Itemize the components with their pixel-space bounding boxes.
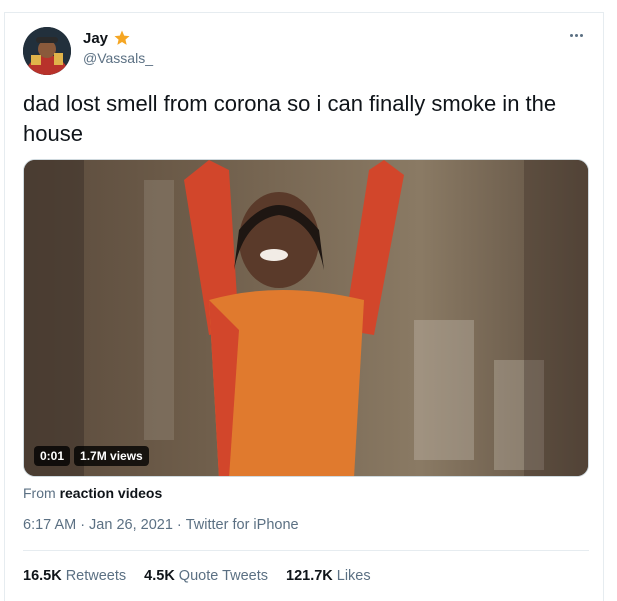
video-player[interactable]: 0:01 1.7M views [23,159,589,477]
tweet-text: dad lost smell from corona so i can fina… [23,91,557,146]
video-stats-pill: 0:01 1.7M views [34,446,149,466]
author-name-row: Jay [83,29,131,47]
meta-separator: · [80,517,86,533]
star-icon [114,30,130,45]
media-source-prefix: From [23,485,56,501]
likes-stat[interactable]: 121.7K Likes [286,568,371,584]
meta-separator: · [176,517,182,533]
video-duration: 0:01 [34,446,71,466]
tweet-card: Jay @Vassals_ dad lost smell from corona… [4,12,604,601]
quote-tweets-label: Quote Tweets [178,568,268,584]
author-name[interactable]: Jay [83,30,108,47]
author-handle[interactable]: @Vassals_ [83,50,153,66]
retweets-label: Retweets [65,568,127,584]
media-source: From reaction videos [23,485,162,501]
retweets-count: 16.5K [23,568,62,584]
likes-label: Likes [336,568,371,584]
likes-count: 121.7K [286,568,333,584]
quote-tweets-stat[interactable]: 4.5K Quote Tweets [144,568,268,584]
tweet-client[interactable]: Twitter for iPhone [186,517,299,533]
retweets-stat[interactable]: 16.5K Retweets [23,568,126,584]
video-frame [24,160,588,476]
avatar[interactable] [23,27,71,75]
media-source-link[interactable]: reaction videos [60,485,163,501]
quote-tweets-count: 4.5K [144,568,175,584]
divider [23,550,589,551]
tweet-date[interactable]: Jan 26, 2021 [89,517,173,533]
avatar-image [23,27,71,75]
tweet-stats: 16.5K Retweets 4.5K Quote Tweets 121.7K Lik… [23,568,371,584]
tweet-time[interactable]: 6:17 AM [23,517,76,533]
video-views: 1.7M views [74,446,149,466]
tweet-meta: 6:17 AM · Jan 26, 2021 · Twitter for iPh… [23,517,299,533]
more-options-icon[interactable] [565,27,587,43]
